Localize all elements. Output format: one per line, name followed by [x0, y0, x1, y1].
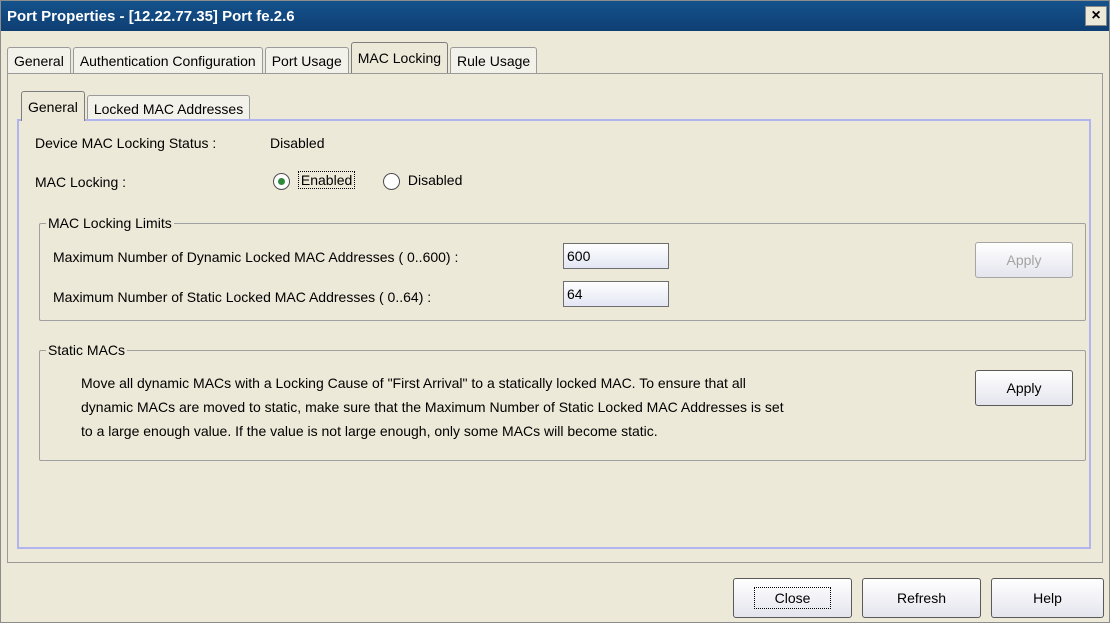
enabled-radio-button[interactable]: [273, 172, 290, 190]
limits-apply-button[interactable]: Apply: [975, 242, 1073, 278]
static-limit-input[interactable]: 64: [563, 281, 669, 307]
static-macs-title: Static MACs: [46, 342, 128, 358]
port-properties-window: Port Properties - [12.22.77.35] Port fe.…: [0, 0, 1110, 623]
tab-port-usage[interactable]: Port Usage: [264, 47, 349, 73]
static-macs-line-2: dynamic MACs are moved to static, make s…: [81, 399, 784, 415]
subtab-locked-mac-addresses[interactable]: Locked MAC Addresses: [86, 95, 251, 121]
tab-authentication-configuration[interactable]: Authentication Configuration: [72, 47, 263, 73]
close-button[interactable]: Close: [733, 578, 852, 618]
static-limit-label: Maximum Number of Static Locked MAC Addr…: [53, 289, 432, 305]
mac-locking-limits-title: MAC Locking Limits: [46, 215, 174, 231]
disabled-radio-label: Disabled: [407, 172, 463, 188]
refresh-button[interactable]: Refresh: [862, 578, 981, 618]
window-title: Port Properties - [12.22.77.35] Port fe.…: [7, 7, 295, 25]
tab-general[interactable]: General: [7, 47, 71, 73]
inner-tab-strip: General Locked MAC Addresses: [21, 89, 252, 121]
title-bar[interactable]: Port Properties - [12.22.77.35] Port fe.…: [1, 1, 1109, 31]
static-macs-apply-button[interactable]: Apply: [975, 370, 1073, 406]
close-window-icon[interactable]: ×: [1085, 6, 1107, 26]
dynamic-limit-label: Maximum Number of Dynamic Locked MAC Add…: [53, 249, 459, 265]
mac-locking-label: MAC Locking :: [35, 174, 127, 190]
dynamic-limit-input[interactable]: 600: [563, 243, 669, 269]
disabled-radio-button[interactable]: [383, 172, 400, 190]
general-subpanel: [17, 119, 1091, 549]
static-macs-description: Move all dynamic MACs with a Locking Cau…: [81, 371, 961, 443]
subtab-general[interactable]: General: [21, 91, 85, 121]
device-status-value: Disabled: [270, 135, 325, 151]
tab-rule-usage[interactable]: Rule Usage: [450, 47, 538, 73]
enabled-radio-label: Enabled: [297, 171, 356, 189]
help-button[interactable]: Help: [991, 578, 1104, 618]
enabled-radio-option[interactable]: Enabled: [273, 171, 356, 190]
close-button-label: Close: [753, 587, 832, 609]
static-macs-line-1: Move all dynamic MACs with a Locking Cau…: [81, 375, 746, 391]
outer-tab-strip: General Authentication Configuration Por…: [7, 42, 539, 73]
device-status-label: Device MAC Locking Status :: [35, 135, 217, 151]
tab-mac-locking[interactable]: MAC Locking: [350, 42, 449, 73]
static-macs-line-3: to a large enough value. If the value is…: [81, 423, 658, 439]
disabled-radio-option[interactable]: Disabled: [383, 172, 462, 190]
